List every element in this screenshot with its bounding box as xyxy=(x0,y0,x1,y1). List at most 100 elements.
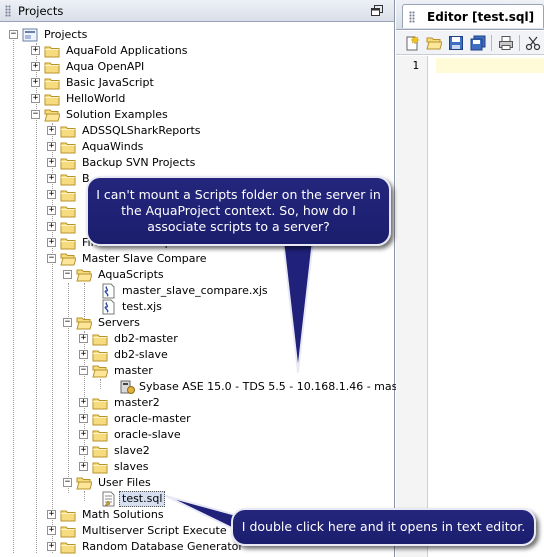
folder-icon xyxy=(60,139,76,155)
cut-icon[interactable] xyxy=(525,35,541,51)
tree-label: test.sql xyxy=(119,491,166,507)
folder-icon xyxy=(60,219,76,235)
folder-icon xyxy=(60,507,76,523)
expand-icon[interactable]: + xyxy=(47,238,56,247)
folder-icon xyxy=(44,43,60,59)
tree-label: Multiserver Script Execute xyxy=(82,524,227,537)
folder-icon xyxy=(60,155,76,171)
expand-icon[interactable]: + xyxy=(79,430,88,439)
expand-icon[interactable]: + xyxy=(47,222,56,231)
callout-text: I double click here and it opens in text… xyxy=(241,519,526,534)
tree-label: AquaWinds xyxy=(82,140,144,153)
editor-tab-label: Editor [test.sql] xyxy=(427,10,535,24)
drag-grip-icon[interactable] xyxy=(409,11,415,23)
tree-label: HelloWorld xyxy=(66,92,126,105)
tree-label: Math Solutions xyxy=(82,508,164,521)
expand-icon[interactable]: + xyxy=(31,94,40,103)
folder-icon xyxy=(60,203,76,219)
sql-file-icon xyxy=(100,491,116,507)
expand-icon[interactable]: + xyxy=(79,414,88,423)
save-icon[interactable] xyxy=(448,35,464,51)
tree-label: Aqua OpenAPI xyxy=(66,60,145,73)
expand-icon[interactable]: + xyxy=(79,334,88,343)
folder-icon xyxy=(92,347,108,363)
restore-window-icon[interactable] xyxy=(371,5,383,17)
projects-panel-header[interactable]: Projects xyxy=(0,0,394,22)
tree-label: Master Slave Compare xyxy=(82,252,207,265)
folder-icon xyxy=(60,523,76,539)
new-file-icon[interactable] xyxy=(404,35,420,51)
print-icon[interactable] xyxy=(498,35,514,51)
expand-icon[interactable]: + xyxy=(47,174,56,183)
collapse-icon[interactable]: − xyxy=(63,270,72,279)
editor-toolbar xyxy=(396,31,544,55)
tree-label: Backup SVN Projects xyxy=(82,156,196,169)
tree-label: master xyxy=(114,364,153,377)
folder-icon xyxy=(92,395,108,411)
expand-icon[interactable]: + xyxy=(47,526,56,535)
expand-icon[interactable]: + xyxy=(79,462,88,471)
expand-icon[interactable]: + xyxy=(47,126,56,135)
tree-label: AquaScripts xyxy=(98,268,164,281)
tree-label: Solution Examples xyxy=(66,108,168,121)
line-number-gutter: 1 xyxy=(396,56,428,557)
expand-icon[interactable]: + xyxy=(79,398,88,407)
tree-label: oracle-slave xyxy=(114,428,181,441)
expand-icon[interactable]: + xyxy=(31,46,40,55)
folder-icon xyxy=(60,235,76,251)
line-number: 1 xyxy=(412,59,419,72)
script-file-icon xyxy=(100,283,116,299)
collapse-icon[interactable]: − xyxy=(47,254,56,263)
save-all-icon[interactable] xyxy=(470,35,486,51)
open-folder-icon xyxy=(60,251,76,267)
expand-icon[interactable]: + xyxy=(79,446,88,455)
project-tree: − Projects + AquaFold Applications + Aqu… xyxy=(0,25,413,557)
drag-grip-icon[interactable] xyxy=(5,5,11,17)
editor-panel: Editor [test.sql] 1 xyxy=(396,0,544,557)
tree-label: Basic JavaScript xyxy=(66,76,154,89)
project-root-icon xyxy=(22,27,38,43)
open-folder-icon xyxy=(76,267,92,283)
folder-icon xyxy=(92,411,108,427)
collapse-icon[interactable]: − xyxy=(79,366,88,375)
tree-label: ADSSQLSharkReports xyxy=(82,124,201,137)
folder-icon xyxy=(44,59,60,75)
folder-icon xyxy=(44,75,60,91)
open-folder-icon xyxy=(76,475,92,491)
code-editor[interactable] xyxy=(436,56,544,557)
callout-scripts-question: I can't mount a Scripts folder on the se… xyxy=(86,176,391,246)
tree-label: db2-master xyxy=(114,332,178,345)
expand-icon[interactable]: + xyxy=(31,62,40,71)
open-folder-icon[interactable] xyxy=(426,35,442,51)
tree-label: slave2 xyxy=(114,444,150,457)
folder-icon xyxy=(92,331,108,347)
script-file-icon xyxy=(100,299,116,315)
tree-label: Servers xyxy=(98,316,140,329)
expand-icon[interactable]: + xyxy=(47,542,56,551)
collapse-icon[interactable]: − xyxy=(63,318,72,327)
expand-icon[interactable]: + xyxy=(47,158,56,167)
toolbar-separator xyxy=(491,35,492,51)
expand-icon[interactable]: + xyxy=(47,190,56,199)
expand-icon[interactable]: + xyxy=(47,206,56,215)
toolbar-separator xyxy=(519,35,520,51)
tab-editor-test-sql[interactable]: Editor [test.sql] xyxy=(402,4,544,28)
expand-icon[interactable]: + xyxy=(79,350,88,359)
collapse-icon[interactable]: − xyxy=(9,30,18,39)
tree-label: oracle-master xyxy=(114,412,191,425)
tree-label: User Files xyxy=(98,476,151,489)
expand-icon[interactable]: + xyxy=(47,510,56,519)
tree-label: Random Database Generator xyxy=(82,540,243,553)
collapse-icon[interactable]: − xyxy=(63,478,72,487)
open-folder-icon xyxy=(92,363,108,379)
folder-icon xyxy=(92,443,108,459)
tree-label: Projects xyxy=(44,28,88,41)
folder-icon xyxy=(60,171,76,187)
projects-panel: Projects − Projects + AquaFold Applicati… xyxy=(0,0,413,557)
expand-icon[interactable]: + xyxy=(31,78,40,87)
collapse-icon[interactable]: − xyxy=(31,110,40,119)
callout-double-click-note: I double click here and it opens in text… xyxy=(231,508,536,546)
folder-icon xyxy=(60,539,76,555)
expand-icon[interactable]: + xyxy=(47,142,56,151)
tree-label: db2-slave xyxy=(114,348,168,361)
